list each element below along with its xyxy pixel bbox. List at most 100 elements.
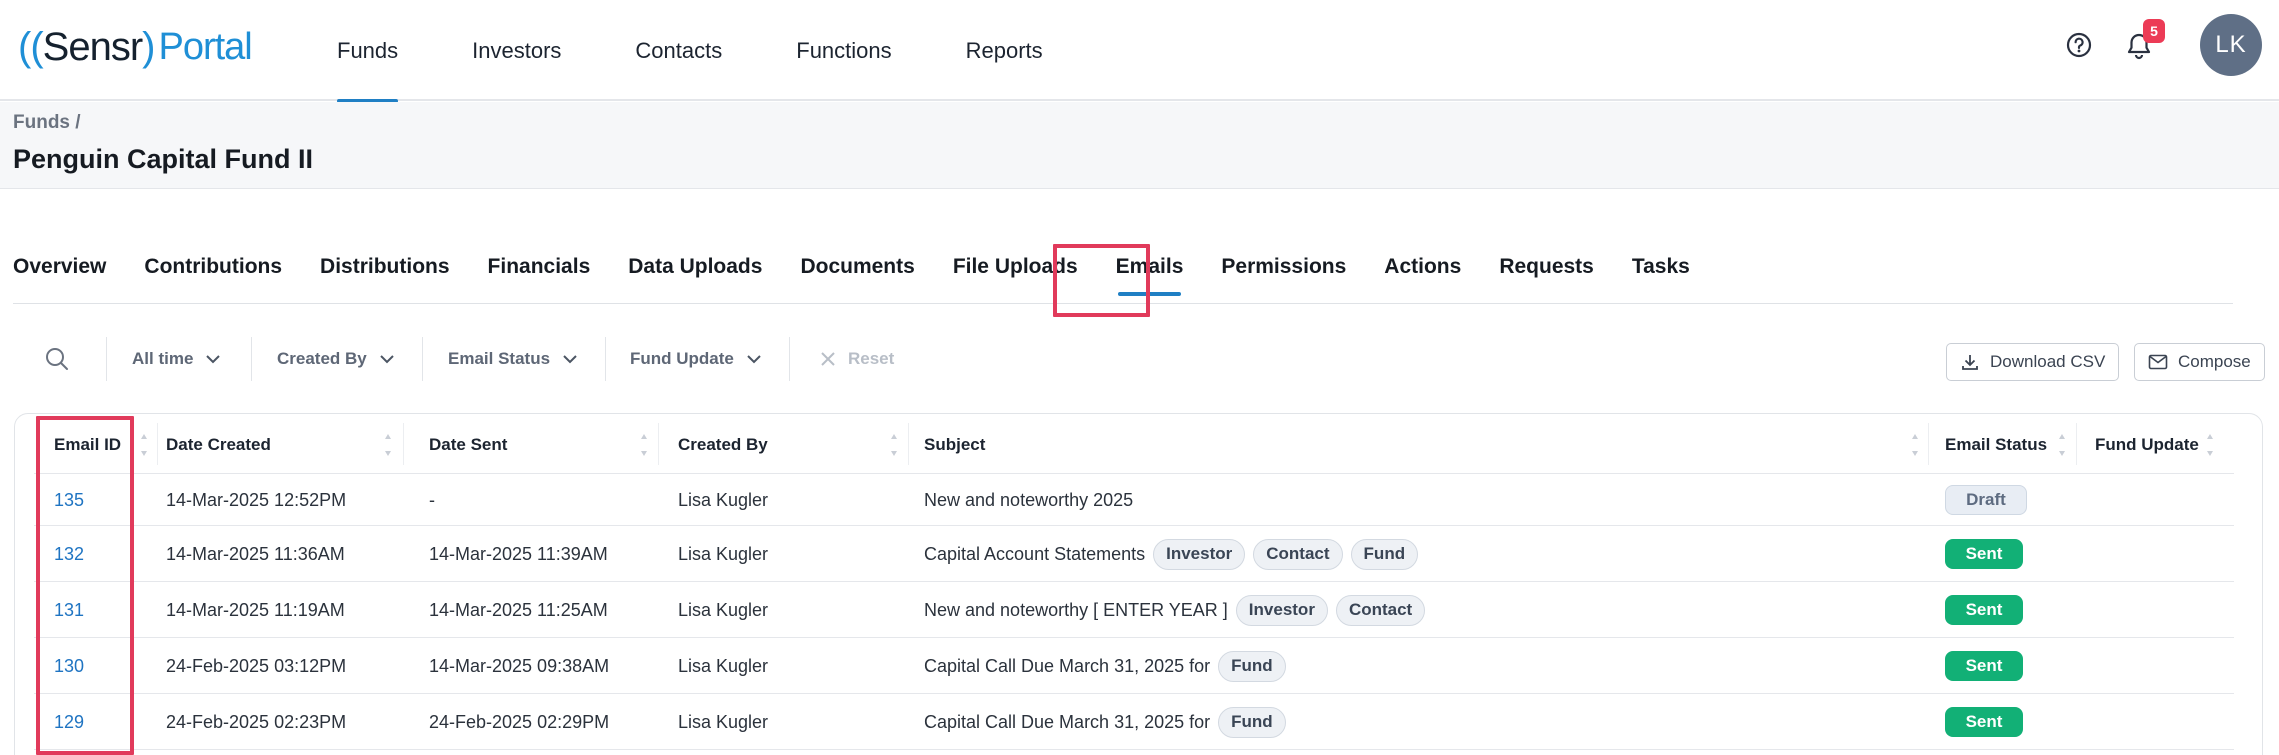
tag-chip: Investor	[1153, 538, 1246, 570]
sort-icon[interactable]	[2205, 430, 2215, 460]
status-badge: Draft	[1945, 485, 2027, 515]
nav-reports[interactable]: Reports	[966, 0, 1043, 101]
email-id-link[interactable]: 130	[54, 651, 84, 681]
tab-distributions[interactable]: Distributions	[320, 240, 450, 294]
subject-cell[interactable]: Capital Call Due March 31, 2025 for Fund	[924, 650, 1286, 682]
tag-chip: Fund	[1218, 706, 1286, 738]
logo-product: Portal	[158, 25, 252, 68]
compose-label: Compose	[2178, 352, 2251, 371]
tag-chip: Fund	[1218, 650, 1286, 682]
user-avatar[interactable]: LK	[2200, 14, 2262, 76]
filter-created-by-label: Created By	[277, 349, 367, 368]
sensr-portal-logo[interactable]: ((Sensr) Portal	[18, 22, 253, 72]
email-id-link[interactable]: 135	[54, 485, 84, 515]
tag-chip: Contact	[1253, 538, 1343, 570]
column-header-email-id[interactable]: Email ID	[54, 420, 121, 470]
created-by-cell: Lisa Kugler	[678, 489, 769, 510]
subject-text: Capital Account Statements	[924, 543, 1146, 564]
column-divider	[658, 423, 659, 465]
compose-button[interactable]: Compose	[2134, 343, 2265, 381]
reset-button[interactable]: Reset	[820, 335, 894, 383]
row-divider	[34, 473, 2234, 474]
sort-icon[interactable]	[139, 430, 149, 460]
tab-financials[interactable]: Financials	[488, 240, 591, 294]
subject-text: New and noteworthy [ ENTER YEAR ]	[924, 599, 1228, 620]
close-icon	[821, 352, 835, 366]
filter-fund-update[interactable]: Fund Update	[630, 335, 762, 383]
created-by-cell: Lisa Kugler	[678, 655, 769, 676]
sort-icon[interactable]	[383, 430, 393, 460]
column-header-date-created[interactable]: Date Created	[166, 420, 271, 470]
date-sent-cell: 24-Feb-2025 02:29PM	[429, 711, 610, 732]
column-header-created-by[interactable]: Created By	[678, 420, 768, 470]
nav-investors[interactable]: Investors	[472, 0, 561, 101]
subject-cell[interactable]: New and noteworthy 2025	[924, 485, 1133, 515]
top-navigation-bar: ((Sensr) Portal Funds Investors Contacts …	[0, 0, 2279, 103]
subject-cell[interactable]: New and noteworthy [ ENTER YEAR ] Invest…	[924, 594, 1426, 626]
nav-contacts[interactable]: Contacts	[635, 0, 722, 101]
column-header-email-status[interactable]: Email Status	[1945, 420, 2047, 470]
tab-documents[interactable]: Documents	[800, 240, 914, 294]
tab-file-uploads[interactable]: File Uploads	[953, 240, 1078, 294]
column-divider	[403, 423, 404, 465]
filter-email-status[interactable]: Email Status	[448, 335, 578, 383]
column-header-date-sent[interactable]: Date Sent	[429, 420, 507, 470]
tab-permissions[interactable]: Permissions	[1221, 240, 1346, 294]
subject-text: Capital Call Due March 31, 2025 for	[924, 711, 1211, 732]
page-header: Funds / Penguin Capital Fund II	[0, 102, 2279, 189]
logo-name: Sensr	[42, 24, 143, 69]
date-sent-cell: -	[429, 489, 435, 510]
status-badge: Sent	[1945, 707, 2023, 737]
filter-created-by[interactable]: Created By	[277, 335, 395, 383]
logo-close-paren: )	[142, 24, 155, 69]
column-divider	[2076, 423, 2077, 465]
breadcrumb[interactable]: Funds /	[13, 112, 81, 134]
date-created-cell: 14-Mar-2025 11:36AM	[166, 543, 345, 564]
toolbar-divider	[251, 337, 252, 381]
sort-icon[interactable]	[1910, 430, 1920, 460]
sort-icon[interactable]	[2057, 430, 2067, 460]
subject-cell[interactable]: Capital Call Due March 31, 2025 for Fund	[924, 706, 1286, 738]
help-icon[interactable]	[2062, 28, 2096, 62]
tab-overview[interactable]: Overview	[13, 240, 106, 294]
nav-functions[interactable]: Functions	[796, 0, 891, 101]
column-divider	[908, 423, 909, 465]
tab-emails[interactable]: Emails	[1116, 240, 1183, 296]
column-header-fund-update[interactable]: Fund Update	[2095, 420, 2199, 470]
email-id-link[interactable]: 131	[54, 595, 84, 625]
email-id-link[interactable]: 132	[54, 539, 84, 569]
reset-label: Reset	[848, 349, 895, 368]
tab-tasks[interactable]: Tasks	[1632, 240, 1690, 294]
search-icon[interactable]	[40, 342, 74, 376]
tab-contributions[interactable]: Contributions	[144, 240, 282, 294]
fund-tabs: Overview Contributions Distributions Fin…	[13, 240, 2233, 304]
tag-chip: Investor	[1235, 594, 1328, 626]
filter-all-time[interactable]: All time	[132, 335, 221, 383]
tab-requests[interactable]: Requests	[1499, 240, 1594, 294]
sort-icon[interactable]	[889, 430, 899, 460]
date-created-cell: 14-Mar-2025 12:52PM	[166, 489, 347, 510]
chevron-down-icon	[380, 355, 394, 364]
date-created-cell: 24-Feb-2025 03:12PM	[166, 655, 347, 676]
filter-email-status-label: Email Status	[448, 349, 551, 368]
main-nav: Funds Investors Contacts Functions Repor…	[337, 0, 1117, 103]
sort-icon[interactable]	[639, 430, 649, 460]
row-divider	[34, 637, 2234, 638]
status-badge: Sent	[1945, 539, 2023, 569]
date-created-cell: 24-Feb-2025 02:23PM	[166, 711, 347, 732]
row-divider	[34, 525, 2234, 526]
mail-icon	[2148, 354, 2168, 370]
emails-table	[14, 413, 2263, 755]
subject-cell[interactable]: Capital Account Statements Investor Cont…	[924, 538, 1419, 570]
logo-open-paren: ((	[18, 24, 44, 69]
tag-chip: Contact	[1335, 594, 1426, 626]
chevron-down-icon	[563, 355, 577, 364]
tab-actions[interactable]: Actions	[1384, 240, 1461, 294]
tab-data-uploads[interactable]: Data Uploads	[628, 240, 762, 294]
row-divider	[34, 693, 2234, 694]
download-csv-button[interactable]: Download CSV	[1946, 343, 2120, 381]
row-divider	[34, 581, 2234, 582]
email-id-link[interactable]: 129	[54, 707, 84, 737]
column-header-subject[interactable]: Subject	[924, 420, 985, 470]
nav-funds[interactable]: Funds	[337, 0, 399, 103]
